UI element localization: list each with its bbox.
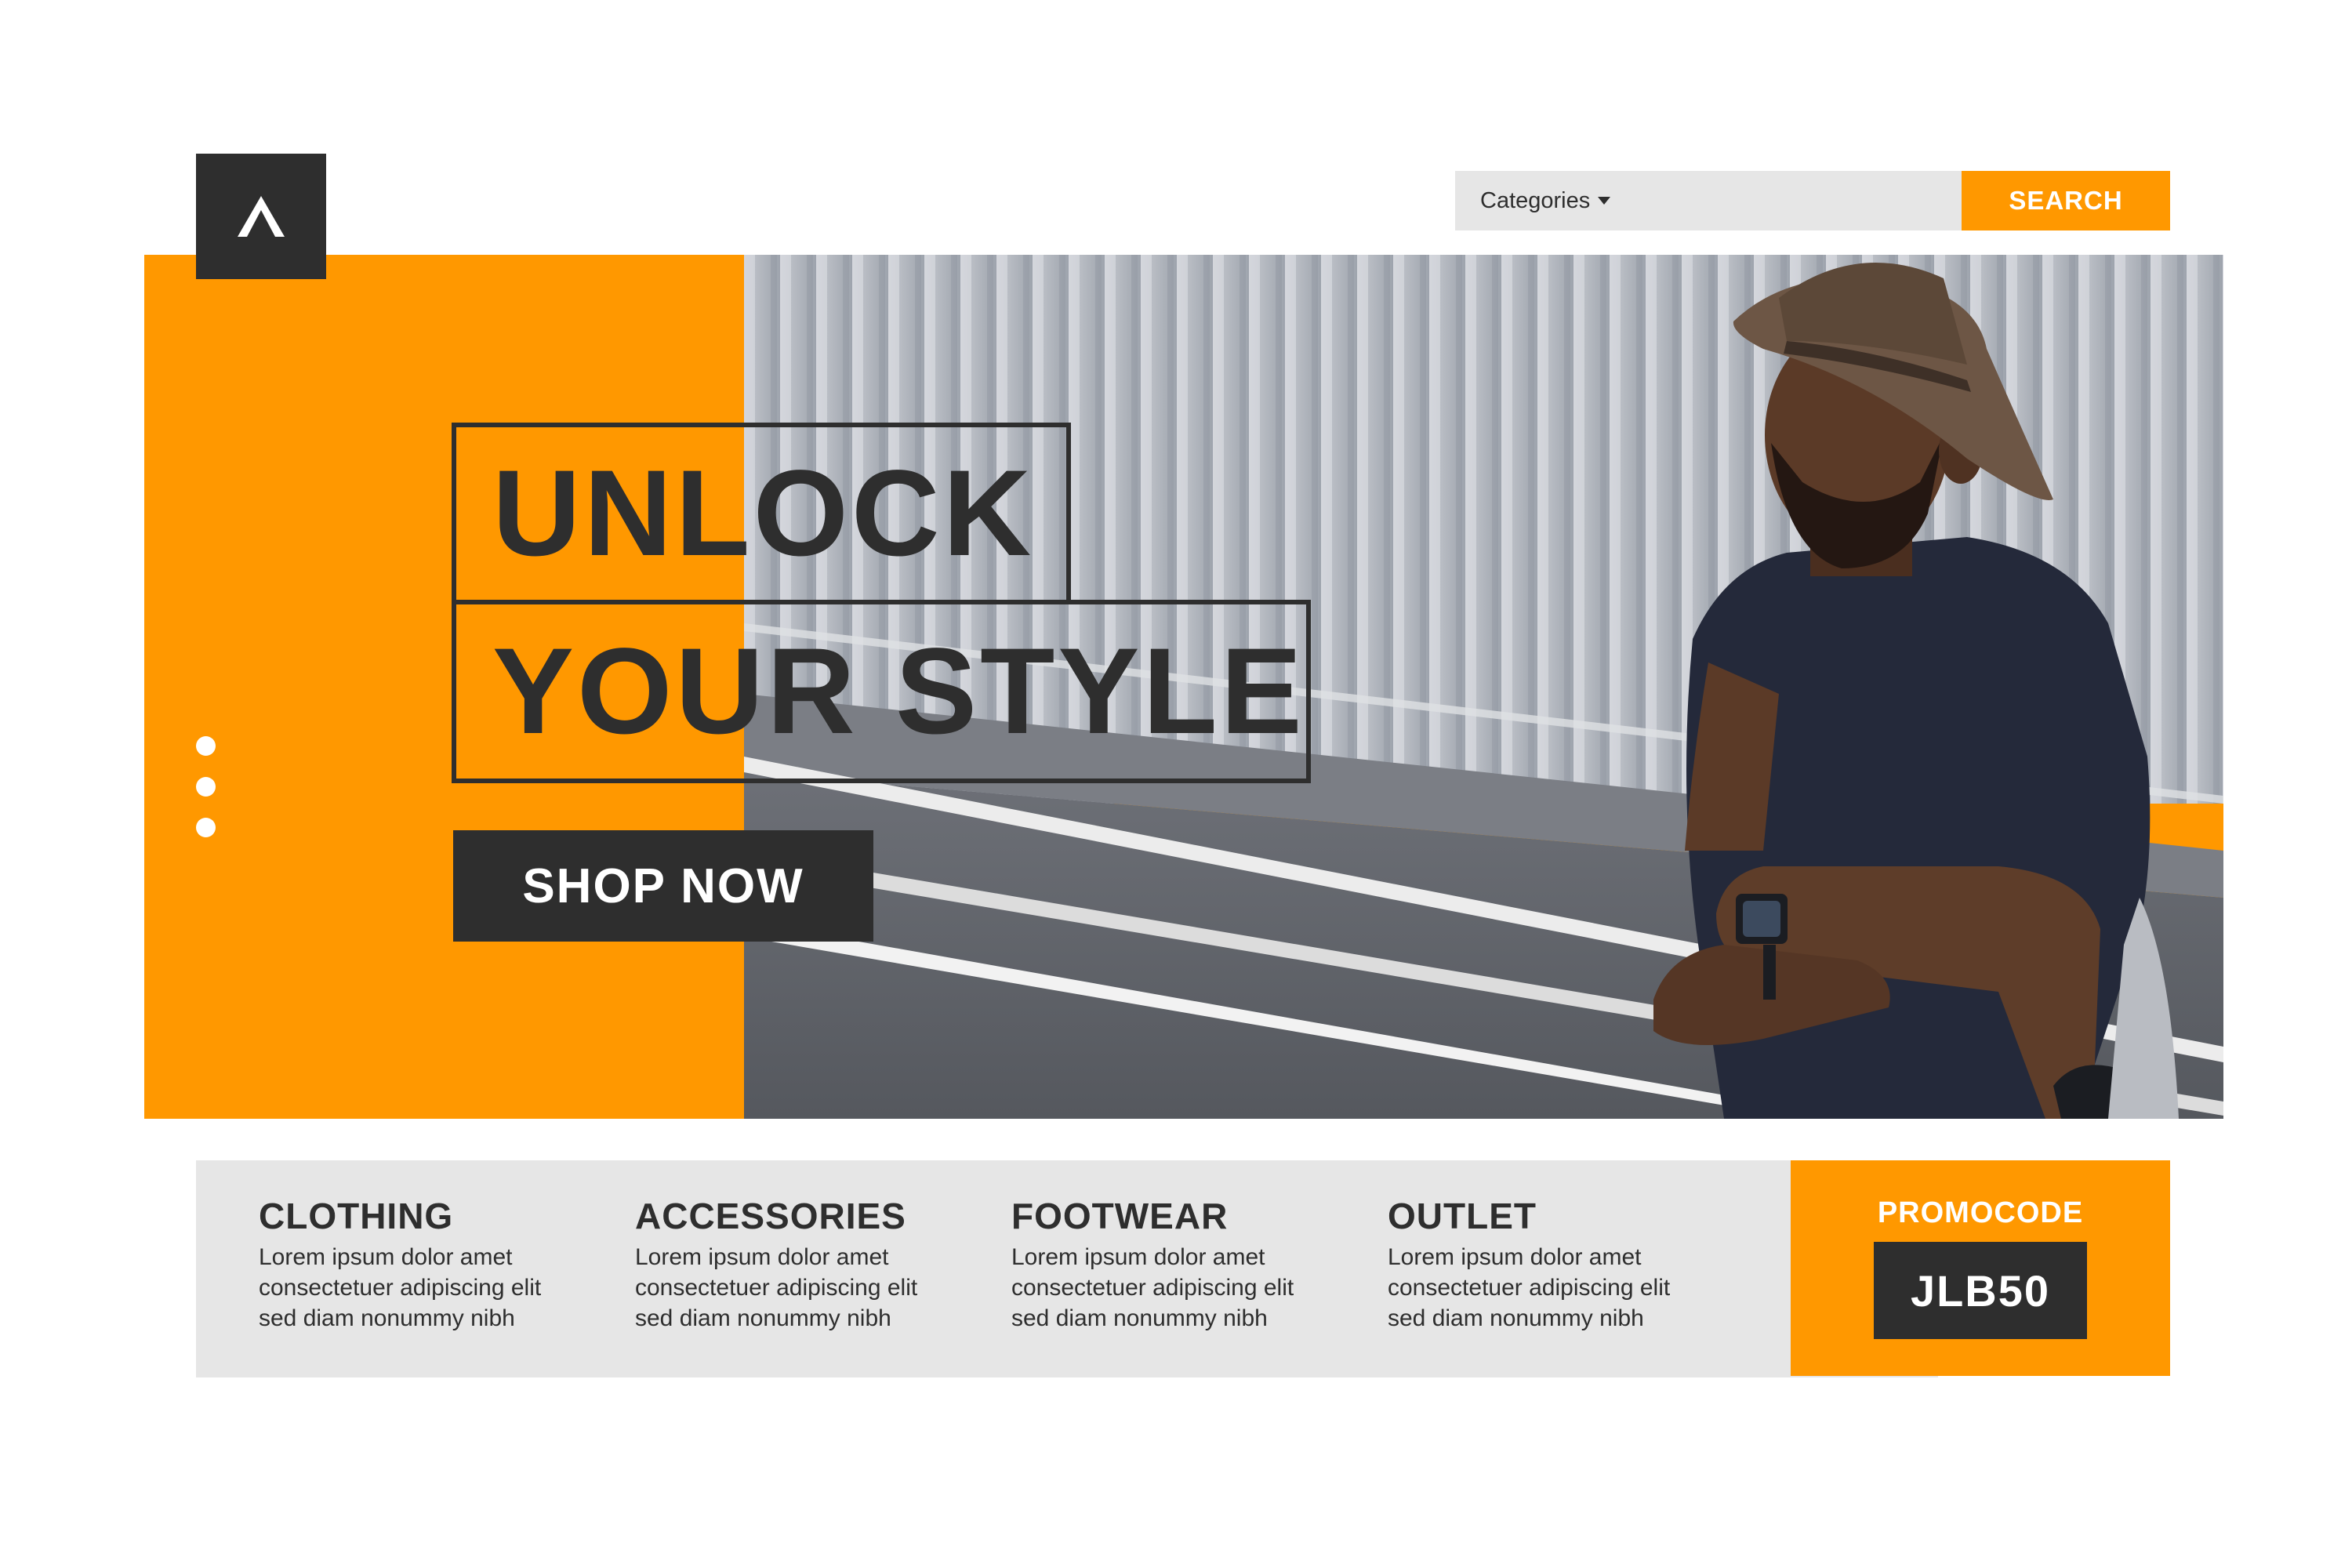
a-logo-icon [238, 196, 285, 237]
category-desc-line: sed diam nonummy nibh [1011, 1305, 1268, 1331]
category-desc-line: consectetuer adipiscing elit [1388, 1275, 1671, 1301]
category-desc-line: sed diam nonummy nibh [259, 1305, 515, 1331]
headline-line-1-text: UNLOCK [492, 445, 1035, 582]
categories-panel: CLOTHING Lorem ipsum dolor amet consecte… [196, 1160, 1938, 1377]
category-desc-line: Lorem ipsum dolor amet [1388, 1244, 1642, 1270]
category-description: Lorem ipsum dolor amet consectetuer adip… [259, 1242, 604, 1334]
slide-dot-2[interactable] [196, 777, 216, 797]
brand-logo[interactable] [196, 154, 326, 279]
categories-label: Categories [1480, 187, 1591, 213]
headline-line-2: YOUR STYLE [452, 600, 1311, 783]
category-description: Lorem ipsum dolor amet consectetuer adip… [1388, 1242, 1733, 1334]
category-desc-line: Lorem ipsum dolor amet [259, 1244, 513, 1270]
category-accessories[interactable]: ACCESSORIES Lorem ipsum dolor amet conse… [635, 1195, 980, 1334]
category-clothing[interactable]: CLOTHING Lorem ipsum dolor amet consecte… [259, 1195, 604, 1334]
chevron-down-icon [1598, 197, 1611, 205]
search-button[interactable]: SEARCH [1962, 171, 2170, 230]
category-desc-line: consectetuer adipiscing elit [1011, 1275, 1294, 1301]
promo-code[interactable]: JLB50 [1874, 1242, 2087, 1339]
promo-label: PROMOCODE [1877, 1196, 2084, 1229]
category-outlet[interactable]: OUTLET Lorem ipsum dolor amet consectetu… [1388, 1195, 1733, 1334]
hero-banner: UNLOCK YOUR STYLE SHOP NOW [144, 255, 2223, 1119]
slide-indicator [196, 736, 216, 837]
search-bar: Categories SEARCH [1455, 171, 2170, 230]
category-title[interactable]: CLOTHING [259, 1195, 604, 1237]
slide-dot-1[interactable] [196, 736, 216, 756]
promo-box: PROMOCODE JLB50 [1791, 1160, 2170, 1376]
category-desc-line: sed diam nonummy nibh [1388, 1305, 1644, 1331]
category-description: Lorem ipsum dolor amet consectetuer adip… [1011, 1242, 1356, 1334]
category-desc-line: Lorem ipsum dolor amet [635, 1244, 889, 1270]
headline-line-1: UNLOCK [452, 423, 1071, 604]
slide-dot-3[interactable] [196, 818, 216, 837]
category-description: Lorem ipsum dolor amet consectetuer adip… [635, 1242, 980, 1334]
headline-line-2-text: YOUR STYLE [492, 623, 1305, 760]
category-title[interactable]: FOOTWEAR [1011, 1195, 1356, 1237]
category-desc-line: consectetuer adipiscing elit [635, 1275, 918, 1301]
category-footwear[interactable]: FOOTWEAR Lorem ipsum dolor amet consecte… [1011, 1195, 1356, 1334]
category-title[interactable]: ACCESSORIES [635, 1195, 980, 1237]
categories-dropdown[interactable]: Categories [1455, 171, 1962, 230]
shop-now-button[interactable]: SHOP NOW [453, 830, 873, 942]
category-desc-line: consectetuer adipiscing elit [259, 1275, 542, 1301]
category-desc-line: Lorem ipsum dolor amet [1011, 1244, 1265, 1270]
category-title[interactable]: OUTLET [1388, 1195, 1733, 1237]
category-desc-line: sed diam nonummy nibh [635, 1305, 891, 1331]
